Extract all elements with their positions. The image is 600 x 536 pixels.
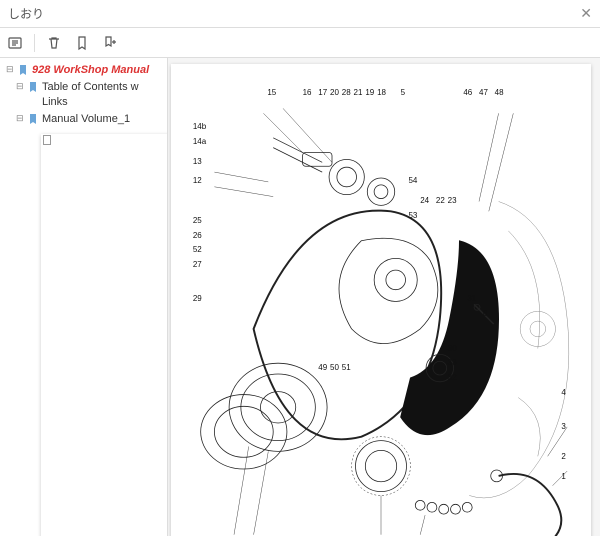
- callout-number: 14a: [193, 137, 206, 146]
- callout-number: 18: [377, 88, 386, 97]
- tree-item[interactable]: ⊟ Manual Volume_1: [2, 111, 165, 128]
- tree-item-label: Manual Volume_1: [42, 112, 165, 127]
- callout-number: 29: [193, 294, 202, 303]
- callout-number: 22: [436, 196, 445, 205]
- callout-number: 32: [448, 373, 457, 382]
- collapse-icon[interactable]: ⊟: [6, 63, 16, 75]
- callout-number: 19: [365, 88, 374, 97]
- tree-root[interactable]: ⊟ 928 WorkShop Manual: [2, 62, 165, 79]
- callout-number: 15: [267, 88, 276, 97]
- callout-number: 49: [318, 363, 327, 372]
- callout-number: 51: [342, 363, 351, 372]
- callout-number: 23: [448, 196, 457, 205]
- trash-icon[interactable]: [45, 34, 63, 52]
- bookmark-icon: [27, 81, 39, 93]
- page-icon: [41, 134, 168, 536]
- panel-title: しおり: [8, 5, 44, 22]
- callout-number: 31: [467, 294, 476, 303]
- document-viewport[interactable]: 1516172028211918546474814b14a13122526522…: [168, 58, 600, 536]
- callout-number: 48: [495, 88, 504, 97]
- callout-number: 30: [448, 344, 457, 353]
- callout-number: 53: [408, 211, 417, 220]
- callout-number: 54: [408, 176, 417, 185]
- exploded-parts-diagram: 1516172028211918546474814b14a13122526522…: [185, 78, 577, 536]
- callout-number: 2: [561, 452, 565, 461]
- tree-root-label: 928 WorkShop Manual: [32, 63, 165, 78]
- diagram-svg: [185, 78, 577, 536]
- callout-number: 21: [354, 88, 363, 97]
- tree-item[interactable]: ⊟ Table of Contents w Links: [2, 79, 165, 111]
- callout-number: 5: [401, 88, 405, 97]
- close-icon[interactable]: ✕: [580, 5, 592, 22]
- add-child-bookmark-icon[interactable]: [101, 34, 119, 52]
- collapse-icon[interactable]: ⊟: [16, 80, 26, 92]
- tree-subitem[interactable]: "Super" TOC.. Repair Groups: [2, 127, 165, 536]
- top-bar: しおり ✕: [0, 0, 600, 28]
- document-page: 1516172028211918546474814b14a13122526522…: [171, 64, 591, 536]
- callout-number: 20: [330, 88, 339, 97]
- separator: [34, 34, 35, 52]
- collapse-icon[interactable]: ⊟: [16, 112, 26, 124]
- callout-number: 3: [561, 422, 565, 431]
- add-bookmark-icon[interactable]: [73, 34, 91, 52]
- callout-number: 13: [193, 157, 202, 166]
- callout-number: 16: [303, 88, 312, 97]
- callout-number: 17: [318, 88, 327, 97]
- callout-number: 6: [483, 309, 487, 318]
- bookmark-icon: [27, 113, 39, 125]
- callout-number: 52: [193, 245, 202, 254]
- callout-number: 47: [479, 88, 488, 97]
- callout-number: 50: [330, 363, 339, 372]
- callout-number: 25: [193, 216, 202, 225]
- toolbar: [0, 28, 600, 58]
- main-area: ⊟ 928 WorkShop Manual ⊟ Table of Contents…: [0, 58, 600, 536]
- callout-number: 26: [193, 231, 202, 240]
- callout-number: 12: [193, 176, 202, 185]
- callout-number: 33: [448, 358, 457, 367]
- callout-number: 4: [561, 388, 565, 397]
- tree-item-label: Table of Contents w Links: [42, 80, 165, 110]
- callout-number: 46: [463, 88, 472, 97]
- callout-number: 27: [193, 260, 202, 269]
- callout-number: 24: [420, 196, 429, 205]
- bookmarks-sidebar[interactable]: ⊟ 928 WorkShop Manual ⊟ Table of Contents…: [0, 58, 168, 536]
- bookmark-icon: [17, 64, 29, 76]
- callout-number: 1: [561, 472, 565, 481]
- callout-number: 28: [342, 88, 351, 97]
- outline-options-icon[interactable]: [6, 34, 24, 52]
- callout-number: 14b: [193, 122, 206, 131]
